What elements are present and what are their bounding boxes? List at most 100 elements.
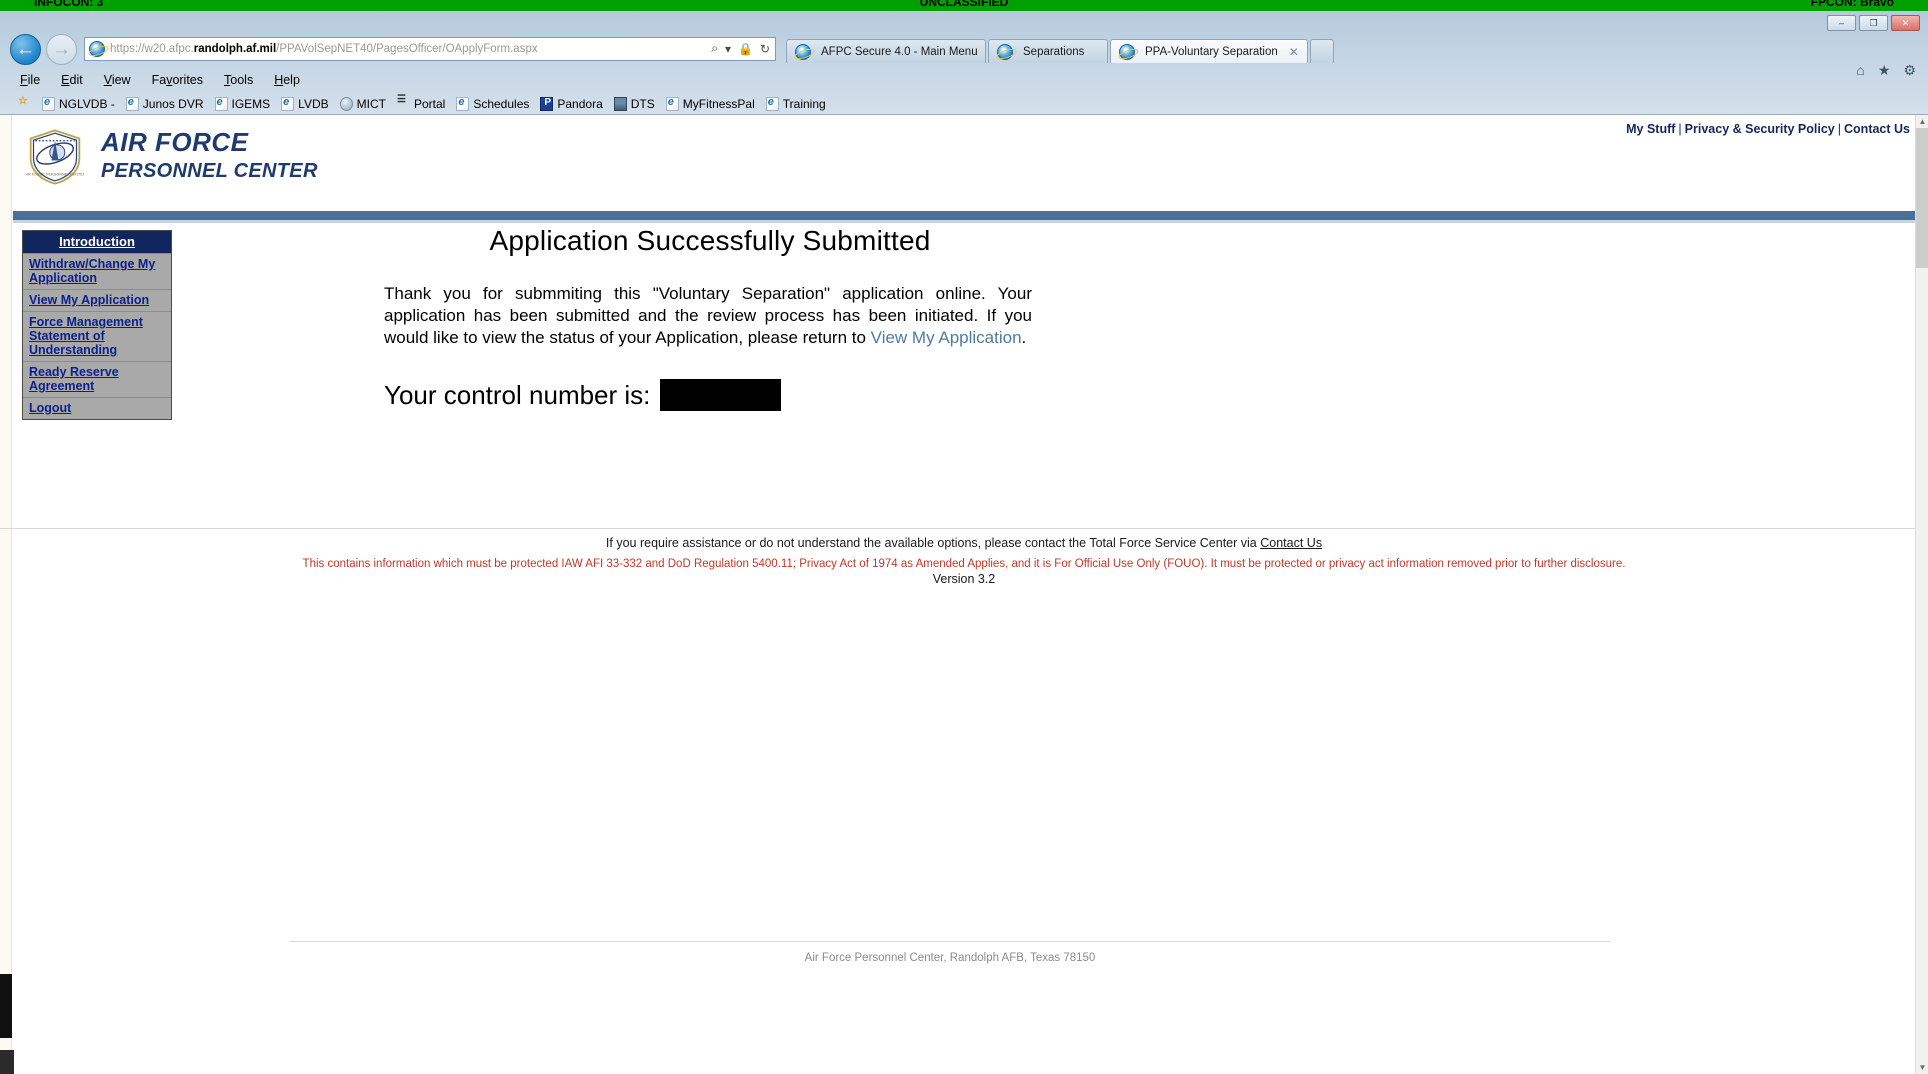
site-title: AIR FORCE PERSONNEL CENTER <box>101 127 318 183</box>
favorite-junos-dvr[interactable]: Junos DVR <box>126 97 204 111</box>
org-line-2: PERSONNEL CENTER <box>101 160 318 183</box>
link-contact-us[interactable]: Contact Us <box>1844 122 1910 136</box>
ie-icon <box>126 97 139 111</box>
header-divider-shadow <box>13 220 1915 223</box>
search-icon[interactable]: ⌕ <box>711 41 718 56</box>
refresh-icon[interactable]: ↻ <box>760 42 770 56</box>
sidebar-item-logout[interactable]: Logout <box>23 397 171 419</box>
view-my-application-link[interactable]: View My Application <box>871 328 1022 347</box>
favorite-label: MICT <box>357 97 386 111</box>
tab-label: PPA-Voluntary Separation <box>1145 46 1278 58</box>
header-divider <box>13 211 1915 220</box>
classification-label: UNCLASSIFIED <box>920 0 1009 7</box>
infocon-label: INFOCON: 3 <box>34 0 103 7</box>
address-bar-url: https://w20.afpc.randolph.af.mil/PPAVolS… <box>110 43 538 55</box>
favorite-label: Junos DVR <box>143 97 204 111</box>
favorite-schedules[interactable]: Schedules <box>456 97 529 111</box>
menu-item-tools[interactable]: Tools <box>224 73 253 87</box>
scroll-up-icon[interactable]: ▲ <box>1916 115 1928 128</box>
control-number-row: Your control number is: <box>384 379 1060 411</box>
ie-icon <box>456 97 469 111</box>
restore-button[interactable]: ❐ <box>1859 15 1888 31</box>
favorite-mict[interactable]: MICT <box>340 97 386 111</box>
tab-label: AFPC Secure 4.0 - Main Menu <box>821 46 978 58</box>
new-tab-button[interactable] <box>1310 39 1334 63</box>
control-number-label: Your control number is: <box>384 380 650 411</box>
page-viewport: AIR FORCE PERSONNEL CENTER AIR FORCE PER… <box>0 115 1928 1074</box>
menu-item-help[interactable]: Help <box>274 73 300 87</box>
site-icon <box>89 41 105 57</box>
footer-contact-us-link[interactable]: Contact Us <box>1260 536 1322 550</box>
address-bar-icons: ⌕ ▾ 🔒 ↻ <box>711 41 770 56</box>
tab-separations[interactable]: Separations <box>988 39 1108 63</box>
sidebar-item-withdraw-change-my-application[interactable]: Withdraw/Change My Application <box>23 253 171 289</box>
close-button[interactable]: ✕ <box>1891 15 1920 31</box>
chevron-down-icon[interactable]: ▾ <box>725 42 731 56</box>
tab-ppa-voluntary-separation[interactable]: PPA-Voluntary Separation ✕ <box>1110 39 1308 63</box>
menu-item-edit[interactable]: Edit <box>61 73 83 87</box>
fpcon-label: FPCON: Bravo <box>1811 0 1894 7</box>
org-line-1: AIR FORCE <box>101 127 318 158</box>
lock-icon: 🔒 <box>738 42 753 56</box>
pandora-icon <box>540 97 553 111</box>
tab-close-icon[interactable]: ✕ <box>1289 45 1299 59</box>
window-controls: – ❐ ✕ <box>1827 15 1920 31</box>
tab-label: Separations <box>1023 46 1084 58</box>
sidebar-item-view-my-application[interactable]: View My Application <box>23 289 171 311</box>
ie-icon <box>666 97 679 111</box>
favorite-portal[interactable]: Portal <box>397 97 445 111</box>
link-separator: | <box>1678 122 1681 136</box>
tab-afpc-secure[interactable]: AFPC Secure 4.0 - Main Menu <box>786 39 986 63</box>
tab-favicon-icon <box>997 44 1013 60</box>
menu-item-view[interactable]: View <box>104 73 131 87</box>
assistance-text: If you require assistance or do not unde… <box>606 536 1260 550</box>
forward-button[interactable]: → <box>46 34 77 65</box>
favorites-add-button[interactable] <box>18 97 31 111</box>
favorite-igems[interactable]: IGEMS <box>215 97 271 111</box>
menu-item-favorites[interactable]: Favorites <box>152 73 203 87</box>
left-edge-strip <box>0 115 12 1074</box>
tab-favicon-icon <box>795 44 811 60</box>
favorite-label: Training <box>783 97 826 111</box>
sidebar-item-force-management-sou[interactable]: Force Management Statement of Understand… <box>23 311 171 361</box>
favorite-label: Schedules <box>473 97 529 111</box>
favorite-label: NGLVDB - <box>59 97 115 111</box>
vertical-scrollbar[interactable]: ▲ ▼ <box>1915 115 1928 1074</box>
favorites-bar: NGLVDB - Junos DVR IGEMS LVDB MICT Porta… <box>0 93 1928 115</box>
assistance-notice: If you require assistance or do not unde… <box>0 536 1928 550</box>
version-label: Version 3.2 <box>0 572 1928 586</box>
link-my-stuff[interactable]: My Stuff <box>1626 122 1675 136</box>
favorite-dts[interactable]: DTS <box>614 97 655 111</box>
sidebar-navigation: Introduction Withdraw/Change My Applicat… <box>22 230 172 420</box>
classification-banner: INFOCON: 3 UNCLASSIFIED FPCON: Bravo <box>0 0 1928 11</box>
confirmation-message: Thank you for submmiting this "Voluntary… <box>360 283 1060 349</box>
sidebar-item-ready-reserve-agreement[interactable]: Ready Reserve Agreement <box>23 361 171 397</box>
favorite-myfitnesspal[interactable]: MyFitnessPal <box>666 97 755 111</box>
ie-icon <box>281 97 294 111</box>
favorite-lvdb[interactable]: LVDB <box>281 97 328 111</box>
scrollbar-thumb[interactable] <box>1916 128 1928 268</box>
site-header: AIR FORCE PERSONNEL CENTER AIR FORCE PER… <box>13 115 1928 210</box>
minimize-button[interactable]: – <box>1827 15 1856 31</box>
favorite-label: Pandora <box>557 97 602 111</box>
fouo-notice: This contains information which must be … <box>0 558 1928 570</box>
air-force-seal-icon: AIR FORCE PERSONNEL CENTER <box>26 128 84 186</box>
ie-icon <box>42 97 55 111</box>
site-footer: Air Force Personnel Center, Randolph AFB… <box>290 952 1610 964</box>
favorite-label: Portal <box>414 97 445 111</box>
ie-icon <box>766 97 779 111</box>
favorite-pandora[interactable]: Pandora <box>540 97 602 111</box>
tab-strip: AFPC Secure 4.0 - Main Menu Separations … <box>786 37 1336 63</box>
address-bar[interactable]: https://w20.afpc.randolph.af.mil/PPAVolS… <box>84 37 776 61</box>
navigation-row: ← → https://w20.afpc.randolph.af.mil/PPA… <box>0 32 1928 68</box>
menu-item-file[interactable]: File <box>20 73 40 87</box>
link-separator: | <box>1838 122 1841 136</box>
back-button[interactable]: ← <box>10 34 41 65</box>
favorite-nglvdb[interactable]: NGLVDB - <box>42 97 115 111</box>
link-privacy-security-policy[interactable]: Privacy & Security Policy <box>1685 122 1835 136</box>
main-content: Application Successfully Submitted Thank… <box>360 225 1060 411</box>
taskbar-edge <box>0 1050 14 1074</box>
scroll-down-icon[interactable]: ▼ <box>1916 1061 1928 1074</box>
favorite-training[interactable]: Training <box>766 97 826 111</box>
menu-bar: File Edit View Favorites Tools Help <box>0 69 1928 91</box>
